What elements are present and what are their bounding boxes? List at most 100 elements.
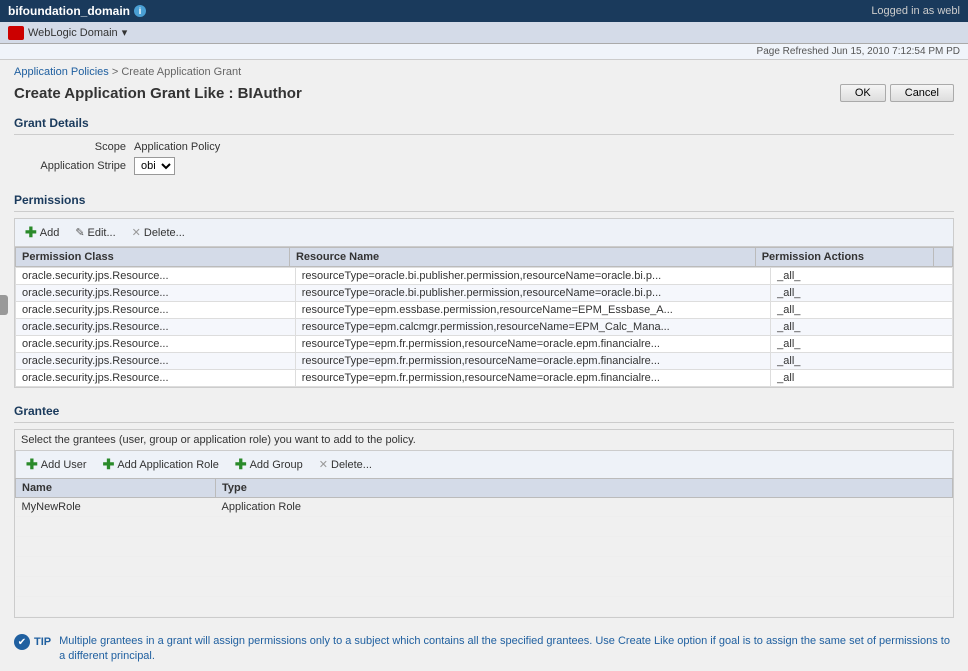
permissions-table-scroll[interactable]: oracle.security.jps.Resource... resource… <box>15 267 953 387</box>
permissions-title: Permissions <box>14 187 954 212</box>
grantee-name: MyNewRole <box>16 498 216 517</box>
breadcrumb-parent[interactable]: Application Policies <box>14 66 109 78</box>
refresh-bar: Page Refreshed Jun 15, 2010 7:12:54 PM P… <box>0 44 968 60</box>
delete-grantee-button[interactable]: ✕ Delete... <box>315 457 376 472</box>
scope-row: Scope Application Policy <box>14 141 954 153</box>
col-scroll-placeholder <box>933 248 952 267</box>
edit-icon: ✎ <box>75 226 84 239</box>
breadcrumb-separator: > <box>112 66 118 78</box>
grantee-hint-text: Select the grantees (user, group or appl… <box>21 434 416 446</box>
perm-class: oracle.security.jps.Resource... <box>16 285 296 302</box>
perm-resource: resourceType=epm.fr.permission,resourceN… <box>295 336 770 353</box>
perm-class: oracle.security.jps.Resource... <box>16 370 296 387</box>
scope-value: Application Policy <box>134 141 220 153</box>
add-user-icon: ✚ <box>26 456 38 473</box>
tip-icon-area: ✔ TIP <box>14 634 51 650</box>
edit-permission-button[interactable]: ✎ Edit... <box>71 225 119 240</box>
weblogic-icon <box>8 26 24 40</box>
grantee-title: Grantee <box>14 398 954 423</box>
breadcrumb: Application Policies > Create Applicatio… <box>0 60 968 80</box>
perm-class: oracle.security.jps.Resource... <box>16 353 296 370</box>
add-app-role-label: Add Application Role <box>117 459 219 471</box>
tip-text: Multiple grantees in a grant will assign… <box>59 634 954 665</box>
add-user-label: Add User <box>41 459 87 471</box>
content-area: Grant Details Scope Application Policy A… <box>0 110 968 671</box>
permissions-table: Permission Class Resource Name Permissio… <box>15 247 953 267</box>
delete-icon: ✕ <box>132 226 141 239</box>
perm-resource: resourceType=oracle.bi.publisher.permiss… <box>295 285 770 302</box>
delete-grantee-label: Delete... <box>331 459 372 471</box>
edit-label: Edit... <box>88 227 116 239</box>
stripe-value: obi <box>134 157 175 175</box>
add-group-icon: ✚ <box>235 456 247 473</box>
col-permission-class: Permission Class <box>16 248 290 267</box>
permissions-section: Permissions ✚ Add ✎ Edit... ✕ Delete... … <box>14 187 954 388</box>
tip-label: TIP <box>34 636 51 648</box>
permissions-toolbar: ✚ Add ✎ Edit... ✕ Delete... <box>14 218 954 246</box>
stripe-label: Application Stripe <box>14 160 134 172</box>
breadcrumb-current: Create Application Grant <box>121 66 241 78</box>
stripe-row: Application Stripe obi <box>14 157 954 175</box>
add-group-button[interactable]: ✚ Add Group <box>231 455 307 474</box>
perm-resource: resourceType=oracle.bi.publisher.permiss… <box>295 268 770 285</box>
page-title-row: Create Application Grant Like : BIAuthor… <box>0 80 968 110</box>
perm-actions: _all_ <box>771 302 953 319</box>
grantee-col-name: Name <box>16 479 216 498</box>
add-icon: ✚ <box>25 224 37 241</box>
grantee-hint: Select the grantees (user, group or appl… <box>15 430 953 450</box>
add-permission-button[interactable]: ✚ Add <box>21 223 63 242</box>
perm-class: oracle.security.jps.Resource... <box>16 336 296 353</box>
weblogic-domain-menu[interactable]: WebLogic Domain ▾ <box>8 26 127 40</box>
perm-resource: resourceType=epm.fr.permission,resourceN… <box>295 370 770 387</box>
left-arrow-indicator <box>0 295 8 315</box>
grantee-type: Application Role <box>216 498 953 517</box>
stripe-select[interactable]: obi <box>134 157 175 175</box>
refresh-text: Page Refreshed Jun 15, 2010 7:12:54 PM P… <box>757 46 960 57</box>
scope-label: Scope <box>14 141 134 153</box>
permissions-data-table: oracle.security.jps.Resource... resource… <box>15 267 953 387</box>
grantee-table: Name Type MyNewRole Application Role <box>15 478 953 617</box>
grantee-empty-rows <box>16 517 953 617</box>
permission-row[interactable]: oracle.security.jps.Resource... resource… <box>16 336 953 353</box>
sub-bar: WebLogic Domain ▾ <box>0 22 968 44</box>
permission-row[interactable]: oracle.security.jps.Resource... resource… <box>16 285 953 302</box>
info-icon[interactable]: i <box>134 5 146 17</box>
grantee-row[interactable]: MyNewRole Application Role <box>16 498 953 517</box>
delete-permission-button[interactable]: ✕ Delete... <box>128 225 189 240</box>
perm-actions: _all_ <box>771 319 953 336</box>
perm-resource: resourceType=epm.calcmgr.permission,reso… <box>295 319 770 336</box>
permission-row[interactable]: oracle.security.jps.Resource... resource… <box>16 353 953 370</box>
grant-details-title: Grant Details <box>14 110 954 135</box>
permission-row[interactable]: oracle.security.jps.Resource... resource… <box>16 268 953 285</box>
delete-label: Delete... <box>144 227 185 239</box>
perm-actions: _all_ <box>771 268 953 285</box>
grant-details-section: Grant Details Scope Application Policy A… <box>14 110 954 175</box>
perm-resource: resourceType=epm.fr.permission,resourceN… <box>295 353 770 370</box>
grantee-table-area: Select the grantees (user, group or appl… <box>14 429 954 618</box>
delete-grantee-icon: ✕ <box>319 458 328 471</box>
page-title: Create Application Grant Like : BIAuthor <box>14 85 302 102</box>
domain-name: bifoundation_domain <box>8 4 130 18</box>
weblogic-dropdown-icon[interactable]: ▾ <box>122 26 128 39</box>
permission-row[interactable]: oracle.security.jps.Resource... resource… <box>16 302 953 319</box>
add-label: Add <box>40 227 60 239</box>
perm-actions: _all <box>771 370 953 387</box>
add-app-role-icon: ✚ <box>103 456 115 473</box>
perm-class: oracle.security.jps.Resource... <box>16 302 296 319</box>
grantee-toolbar: ✚ Add User ✚ Add Application Role ✚ Add … <box>15 450 953 478</box>
perm-actions: _all_ <box>771 285 953 302</box>
add-app-role-button[interactable]: ✚ Add Application Role <box>99 455 223 474</box>
cancel-button[interactable]: Cancel <box>890 84 954 102</box>
perm-class: oracle.security.jps.Resource... <box>16 268 296 285</box>
grantee-col-type: Type <box>216 479 953 498</box>
add-group-label: Add Group <box>250 459 303 471</box>
col-resource-name: Resource Name <box>289 248 755 267</box>
tip-section: ✔ TIP Multiple grantees in a grant will … <box>14 628 954 671</box>
ok-button[interactable]: OK <box>840 84 886 102</box>
top-bar: bifoundation_domain i Logged in as webl <box>0 0 968 22</box>
perm-actions: _all_ <box>771 353 953 370</box>
permission-row[interactable]: oracle.security.jps.Resource... resource… <box>16 370 953 387</box>
add-user-button[interactable]: ✚ Add User <box>22 455 91 474</box>
permissions-table-wrapper: Permission Class Resource Name Permissio… <box>14 246 954 388</box>
permission-row[interactable]: oracle.security.jps.Resource... resource… <box>16 319 953 336</box>
